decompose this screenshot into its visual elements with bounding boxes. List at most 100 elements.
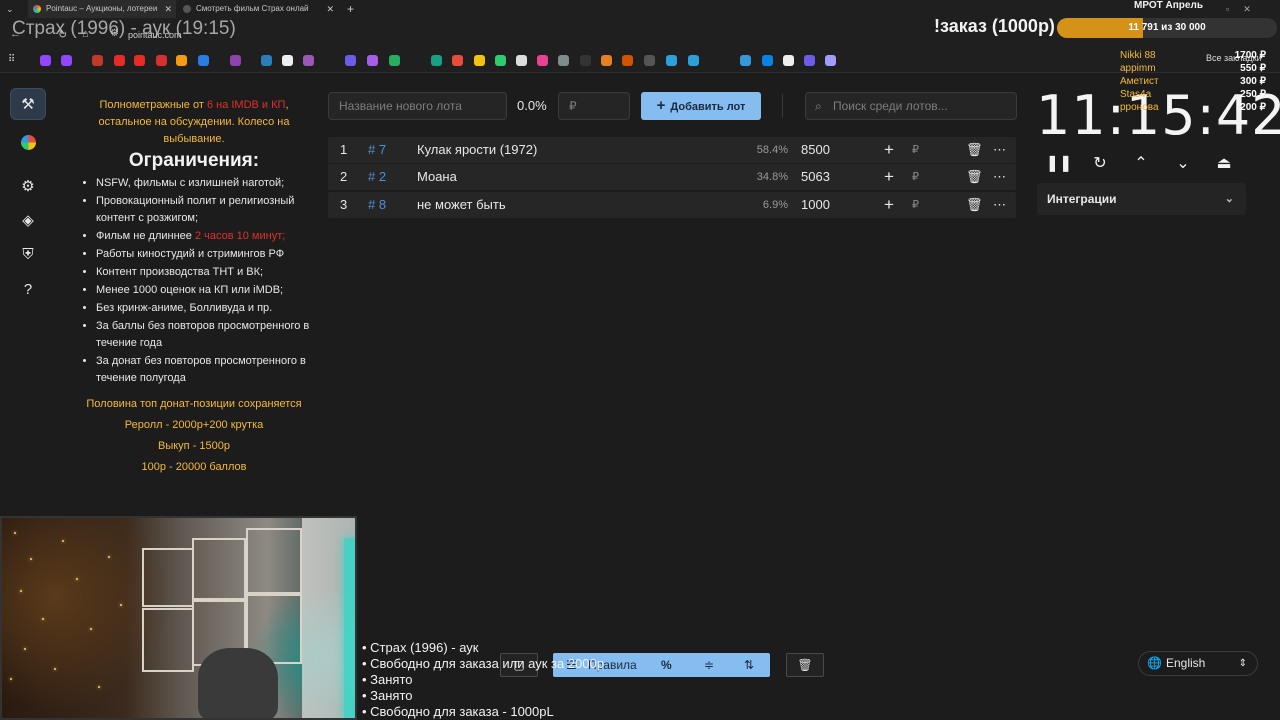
new-lot-amount-input[interactable]: ₽	[558, 92, 630, 120]
add-amount-plus-icon[interactable]: +	[884, 164, 894, 190]
delete-trash-icon[interactable]: 🗑	[966, 137, 983, 163]
lot-name[interactable]: Моана	[417, 164, 457, 190]
stream-title-overlay: Страх (1996) - аук (19:15)	[12, 18, 236, 39]
pause-icon[interactable]: ❚❚	[1046, 150, 1073, 176]
slot-line: • Свободно для заказа или аук за 2000р	[362, 656, 604, 671]
plus-icon: +	[656, 97, 666, 114]
browser-tab-movie[interactable]: Смотреть фильм Страх онлай ✕	[178, 0, 338, 18]
chevron-up-icon[interactable]: ⌃	[1128, 150, 1154, 176]
clear-all-icon[interactable]: 🗑	[786, 653, 824, 677]
stream-slot-list: • Страх (1996) - аук • Свободно для заказ…	[362, 640, 604, 720]
donor-name: appimm	[1120, 63, 1156, 74]
list-item: За баллы без повторов просмотренного в т…	[96, 318, 310, 352]
lot-percent: 6.9%	[762, 199, 788, 211]
integrations-dropdown[interactable]: Интеграции ⌄	[1037, 183, 1246, 215]
bookmark-purple-icon[interactable]	[230, 55, 241, 66]
add-amount-plus-icon[interactable]: +	[884, 192, 894, 218]
bookmark-circle-icon[interactable]	[345, 55, 356, 66]
select-arrows-icon: ⇕	[1238, 658, 1247, 669]
new-lot-name-input[interactable]: Название нового лота	[328, 92, 507, 120]
bookmark-purple3-icon[interactable]	[825, 55, 836, 66]
lot-search-placeholder: Поиск среди лотов...	[833, 99, 948, 113]
settings-gear-icon[interactable]: ⚙	[10, 170, 46, 202]
lot-id: # 7	[368, 142, 387, 157]
chevron-down-icon[interactable]: ⌄	[1170, 150, 1196, 176]
bookmark-p-icon[interactable]	[783, 55, 794, 66]
add-lot-button[interactable]: + Добавить лот	[641, 92, 761, 120]
more-options-icon[interactable]: ⋯	[993, 137, 1006, 163]
goal-target: из 30 000	[1161, 22, 1206, 33]
bookmark-blue3-icon[interactable]	[804, 55, 815, 66]
close-tab-icon[interactable]: ✕	[164, 0, 172, 18]
search-icon: ⌕	[815, 99, 822, 113]
layers-icon[interactable]: ◈	[10, 204, 46, 236]
bookmark-blue-icon[interactable]	[198, 55, 209, 66]
bookmark-s-icon[interactable]	[622, 55, 633, 66]
bookmark-globe-icon[interactable]	[261, 55, 272, 66]
delete-trash-icon[interactable]: 🗑	[966, 164, 983, 190]
auction-hammer-icon[interactable]: ⚒	[10, 88, 46, 120]
slot-line: • Страх (1996) - аук	[362, 640, 479, 655]
restart-icon[interactable]: ↻	[1087, 150, 1113, 176]
bookmark-purple2-icon[interactable]	[367, 55, 378, 66]
bookmark-plus-icon[interactable]	[282, 55, 293, 66]
more-options-icon[interactable]: ⋯	[993, 192, 1006, 218]
lot-name[interactable]: Кулак ярости (1972)	[417, 137, 537, 163]
bookmark-youtube2-icon[interactable]	[134, 55, 145, 66]
bookmark-telegram2-icon[interactable]	[688, 55, 699, 66]
help-icon[interactable]: ?	[10, 273, 46, 305]
lot-currency: ₽	[912, 171, 919, 183]
bookmark-violet-icon[interactable]	[303, 55, 314, 66]
shield-icon[interactable]: ⛨	[10, 238, 46, 270]
donor-amount: 1700 ₽	[1234, 50, 1266, 61]
bookmark-x-icon[interactable]	[580, 55, 591, 66]
bookmark-blue2-icon[interactable]	[762, 55, 773, 66]
lot-row[interactable]: 2 # 2 Моана 34.8% 5063 + ₽ 🗑 ⋯	[328, 164, 1016, 190]
bookmark-yandex-icon[interactable]	[452, 55, 463, 66]
lot-row[interactable]: 1 # 7 Кулак ярости (1972) 58.4% 8500 + ₽…	[328, 137, 1016, 163]
bookmark-twitch-icon[interactable]	[40, 55, 51, 66]
donor-amount: 300 ₽	[1240, 76, 1266, 87]
slot-line: • Занято	[362, 672, 413, 687]
add-amount-plus-icon[interactable]: +	[884, 137, 894, 163]
string-light	[76, 578, 78, 580]
bookmark-yellow-icon[interactable]	[474, 55, 485, 66]
bookmark-red-icon[interactable]	[92, 55, 103, 66]
lot-amount[interactable]: 5063	[801, 164, 830, 190]
bookmark-telegram-icon[interactable]	[666, 55, 677, 66]
lot-name[interactable]: не может быть	[417, 192, 506, 218]
lot-search-input[interactable]: ⌕ Поиск среди лотов...	[805, 92, 1017, 120]
bookmark-white-icon[interactable]	[516, 55, 527, 66]
bookmark-green2-icon[interactable]	[431, 55, 442, 66]
lot-row[interactable]: 3 # 8 не может быть 6.9% 1000 + ₽ 🗑 ⋯	[328, 192, 1016, 218]
bookmark-youtube-icon[interactable]	[114, 55, 125, 66]
globe-icon: 🌐	[1147, 656, 1162, 670]
new-tab-button[interactable]: +	[347, 0, 354, 18]
apps-grid-icon[interactable]: ⠿	[8, 54, 15, 65]
lot-amount[interactable]: 8500	[801, 137, 830, 163]
bookmark-green-icon[interactable]	[389, 55, 400, 66]
close-tab-icon[interactable]: ✕	[326, 0, 334, 18]
bookmark-orange-icon[interactable]	[601, 55, 612, 66]
bookmark-globe2-icon[interactable]	[740, 55, 751, 66]
tab-list-chevron-icon[interactable]: ⌄	[6, 0, 14, 18]
bookmark-y-icon[interactable]	[644, 55, 655, 66]
bookmark-red3-icon[interactable]	[537, 55, 548, 66]
bookmark-red2-icon[interactable]	[156, 55, 167, 66]
bookmark-twitch2-icon[interactable]	[61, 55, 72, 66]
list-item: За донат без повторов просмотренного в т…	[96, 353, 310, 387]
language-select[interactable]: 🌐 English ⇕	[1138, 651, 1258, 676]
wheel-icon[interactable]	[10, 126, 46, 158]
led-strip	[344, 538, 355, 718]
eject-icon[interactable]: ⏏	[1211, 150, 1237, 176]
wheel-pie-icon	[20, 134, 36, 150]
delete-trash-icon[interactable]: 🗑	[966, 192, 983, 218]
browser-tab-pointauc[interactable]: Pointauc – Аукционы, лотереи ✕	[28, 0, 176, 18]
lot-amount[interactable]: 1000	[801, 192, 830, 218]
lot-position: 2	[340, 169, 348, 184]
window-controls[interactable]: ▫✕	[1226, 0, 1265, 18]
bookmark-green3-icon[interactable]	[495, 55, 506, 66]
bookmark-mail-icon[interactable]	[176, 55, 187, 66]
more-options-icon[interactable]: ⋯	[993, 164, 1006, 190]
bookmark-gray-icon[interactable]	[558, 55, 569, 66]
